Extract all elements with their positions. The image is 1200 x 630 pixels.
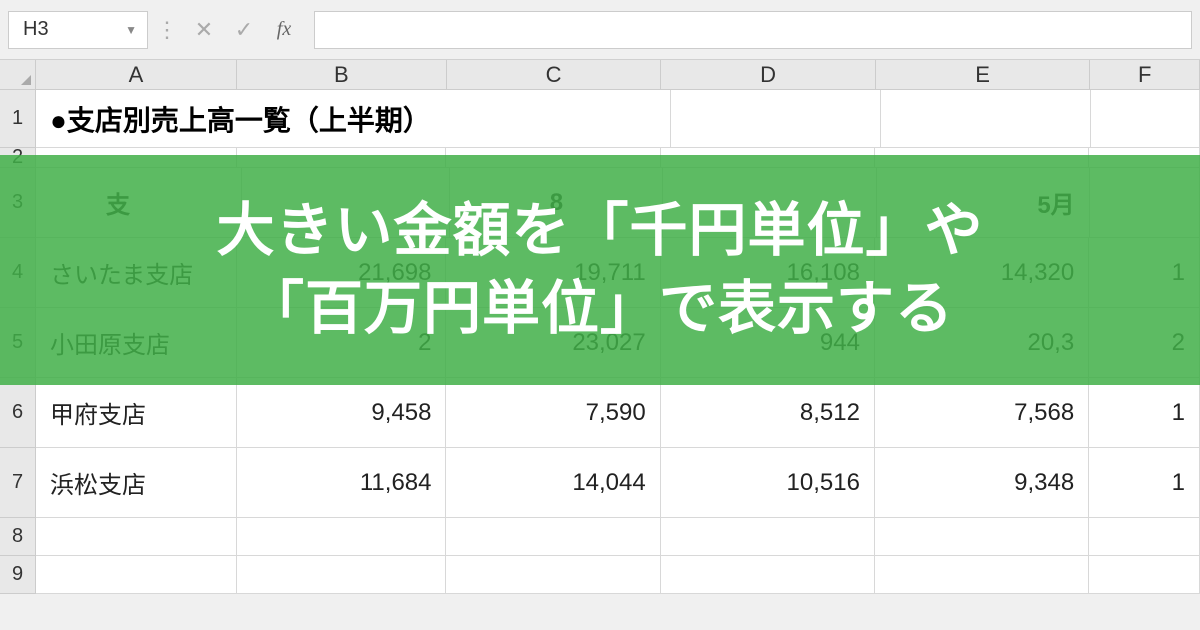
cell[interactable] [875,556,1089,594]
gripper-icon: ⋮ [148,17,184,43]
title-cell[interactable]: ●支店別売上高一覧（上半期） [36,90,256,148]
row-1: 1 ●支店別売上高一覧（上半期） [0,90,1200,148]
cell[interactable] [671,90,881,148]
cell[interactable]: 1 [1089,448,1200,518]
row-8: 8 [0,518,1200,556]
fx-label: fx [277,18,291,41]
row-header-7[interactable]: 7 [0,448,36,518]
name-box[interactable]: H3 ▼ [8,11,148,49]
cell[interactable] [237,556,447,594]
cell[interactable]: 11,684 [237,448,447,518]
overlay-title: 大きい金額を「千円単位」や 「百万円単位」で表示する [216,192,983,349]
overlay-line1: 大きい金額を「千円単位」や [216,198,983,263]
cell[interactable]: 甲府支店 [36,378,237,448]
row-6: 6 甲府支店 9,458 7,590 8,512 7,568 1 [0,378,1200,448]
name-box-value: H3 [23,18,49,41]
cell[interactable]: 10,516 [661,448,875,518]
cell[interactable]: 浜松支店 [36,448,237,518]
cell[interactable] [237,518,447,556]
col-header-b[interactable]: B [237,60,447,90]
cell[interactable] [875,518,1089,556]
col-header-f[interactable]: F [1090,60,1200,90]
cell[interactable] [461,90,671,148]
cell[interactable]: 8,512 [661,378,875,448]
row-header-8[interactable]: 8 [0,518,36,556]
col-header-a[interactable]: A [36,60,237,90]
cell[interactable]: 9,458 [237,378,447,448]
col-header-e[interactable]: E [876,60,1091,90]
check-icon: ✓ [235,17,253,43]
cell[interactable]: 1 [1089,378,1200,448]
cell[interactable] [446,556,660,594]
cell[interactable] [1089,518,1200,556]
cell[interactable] [256,90,461,148]
formula-bar: H3 ▼ ⋮ ✕ ✓ fx [0,0,1200,60]
confirm-button[interactable]: ✓ [224,11,264,49]
cancel-button[interactable]: ✕ [184,11,224,49]
cell[interactable]: 14,044 [446,448,660,518]
chevron-down-icon: ▼ [125,23,137,37]
row-header-9[interactable]: 9 [0,556,36,594]
cell[interactable] [36,518,237,556]
x-icon: ✕ [195,17,213,43]
fx-button[interactable]: fx [264,11,304,49]
row-7: 7 浜松支店 11,684 14,044 10,516 9,348 1 [0,448,1200,518]
select-all-corner[interactable] [0,60,36,90]
cell[interactable]: 7,568 [875,378,1089,448]
formula-input[interactable] [314,11,1192,49]
cell[interactable] [881,90,1091,148]
cell[interactable] [661,518,875,556]
col-header-d[interactable]: D [661,60,876,90]
overlay-line2: 「百万円単位」で表示する [246,276,954,341]
cell[interactable]: 7,590 [446,378,660,448]
row-header-1[interactable]: 1 [0,90,36,148]
cell[interactable] [36,556,237,594]
col-header-c[interactable]: C [447,60,662,90]
overlay-banner: 大きい金額を「千円単位」や 「百万円単位」で表示する [0,155,1200,385]
cell[interactable] [661,556,875,594]
cell[interactable] [1089,556,1200,594]
cell[interactable] [1091,90,1200,148]
cell[interactable]: 9,348 [875,448,1089,518]
row-9: 9 [0,556,1200,594]
column-headers: A B C D E F [0,60,1200,90]
row-header-6[interactable]: 6 [0,378,36,448]
cell[interactable] [446,518,660,556]
